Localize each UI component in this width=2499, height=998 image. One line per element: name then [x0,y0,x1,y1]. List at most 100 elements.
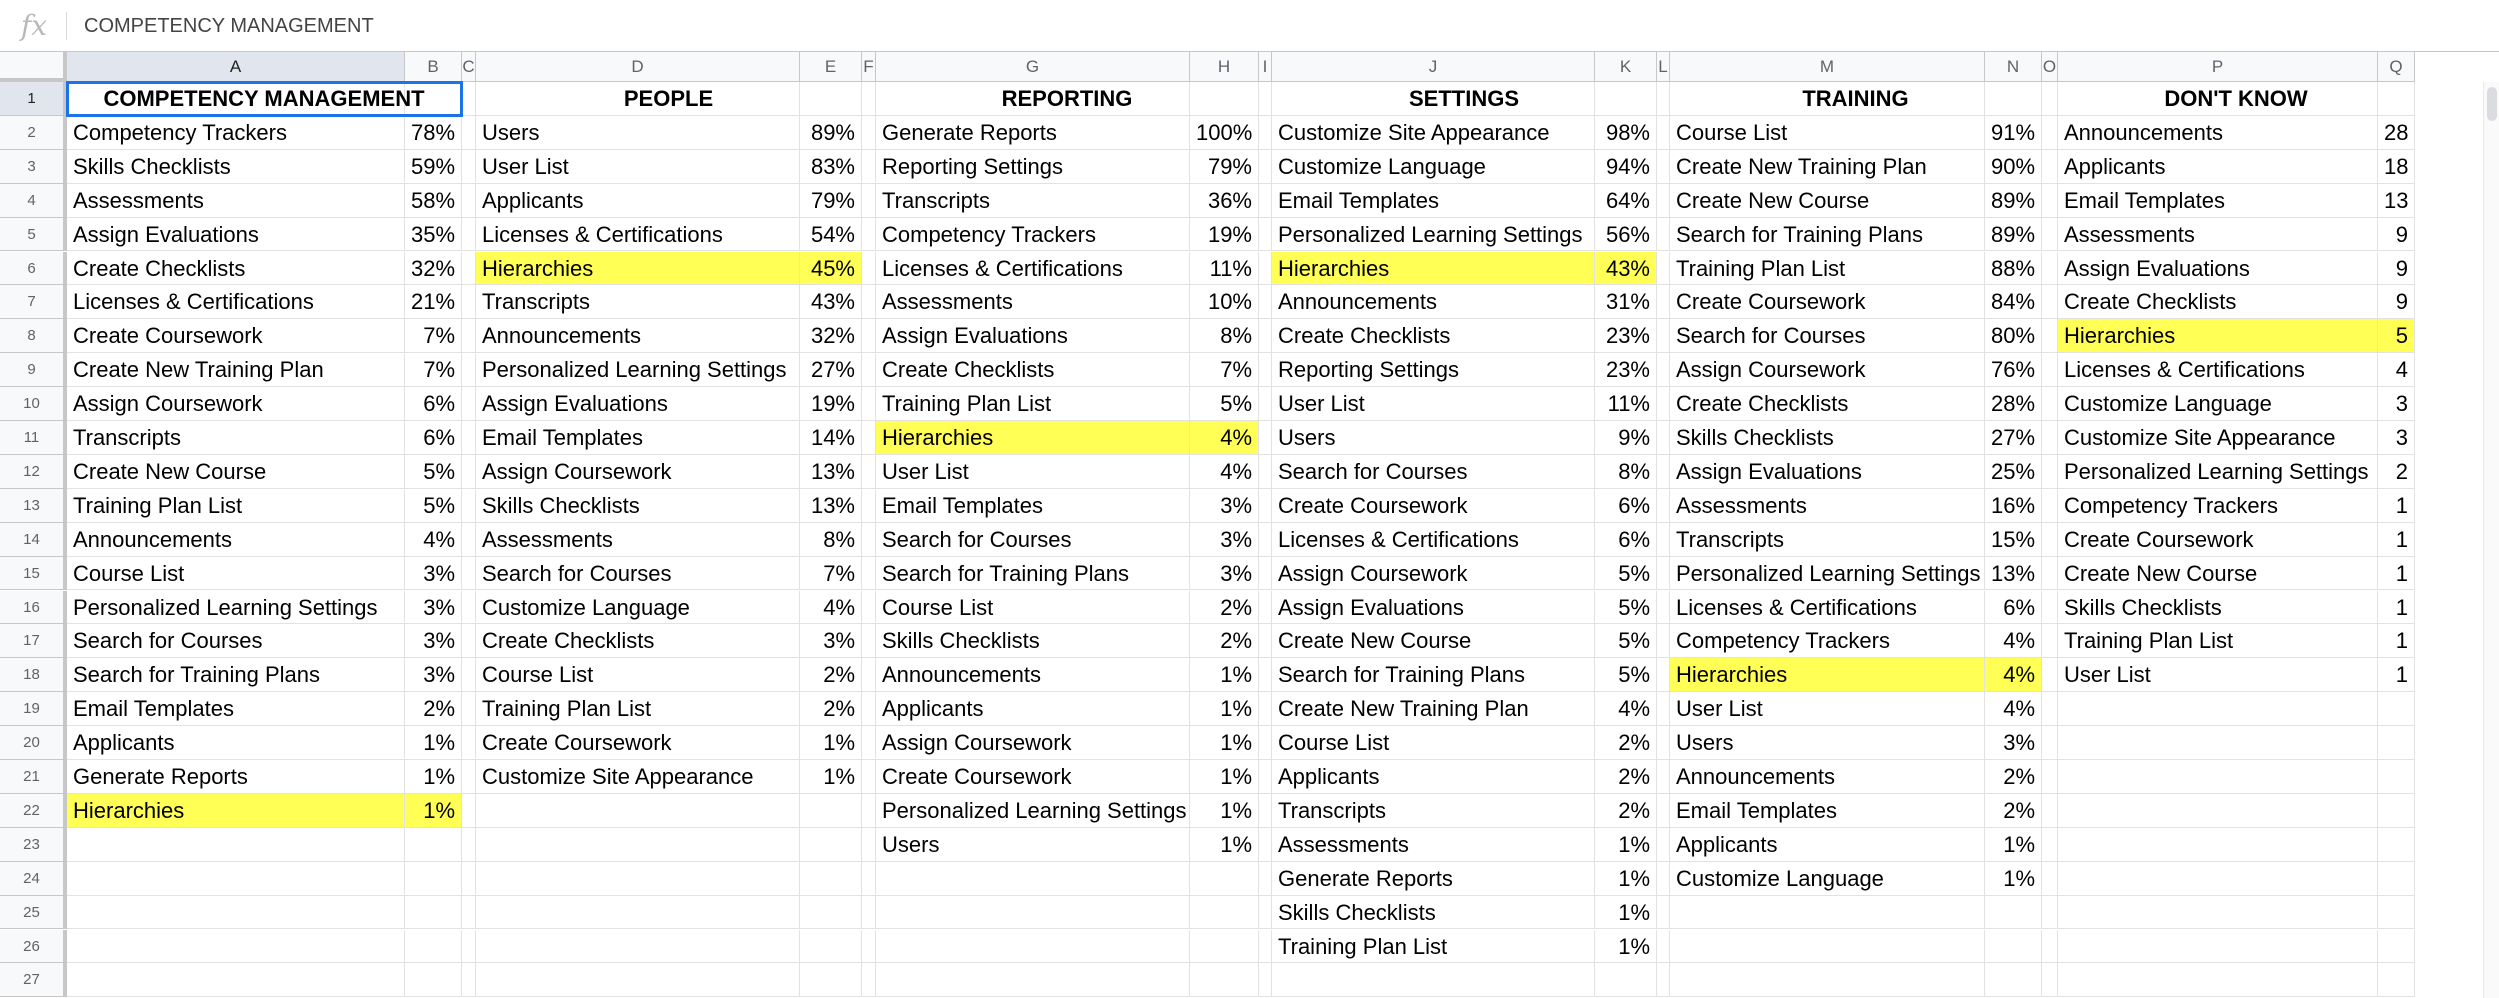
cell-p24[interactable] [2058,861,2378,896]
item-name-cell[interactable]: Hierarchies [476,251,800,286]
item-name-cell[interactable]: Competency Trackers [2058,488,2378,523]
column-header-c[interactable]: C [462,52,476,82]
cell-c22[interactable] [462,793,476,828]
column-header-h[interactable]: H [1190,52,1259,82]
cell-i24[interactable] [1259,861,1272,896]
cell-a23[interactable] [67,827,405,862]
cell-i20[interactable] [1259,726,1272,760]
item-value-cell[interactable]: 1 [2378,522,2415,557]
cell-f21[interactable] [862,760,876,794]
item-name-cell[interactable]: Assign Evaluations [476,387,800,421]
item-value-cell[interactable]: 5% [405,488,462,523]
item-value-cell[interactable]: 4 [2378,353,2415,388]
item-value-cell[interactable]: 2% [1595,760,1657,794]
item-name-cell[interactable]: Assign Coursework [67,387,405,421]
cell-d26[interactable] [476,929,800,964]
item-value-cell[interactable]: 35% [405,217,462,252]
cell-l7[interactable] [1657,285,1670,320]
item-name-cell[interactable]: Create Checklists [2058,285,2378,320]
item-value-cell[interactable]: 79% [1190,149,1259,184]
item-name-cell[interactable]: Assign Evaluations [2058,251,2378,286]
item-value-cell[interactable]: 83% [800,149,862,184]
cell-o14[interactable] [2042,522,2058,557]
item-value-cell[interactable]: 90% [1985,149,2042,184]
item-value-cell[interactable]: 7% [1190,353,1259,388]
cell-l1[interactable] [1657,82,1670,116]
cell-f26[interactable] [862,929,876,964]
cell-i19[interactable] [1259,692,1272,727]
item-value-cell[interactable]: 5% [1595,624,1657,659]
cell-q19[interactable] [2378,692,2415,727]
cell-o10[interactable] [2042,387,2058,421]
item-value-cell[interactable]: 16% [1985,488,2042,523]
cell-l13[interactable] [1657,488,1670,523]
item-name-cell[interactable]: Licenses & Certifications [67,285,405,320]
item-value-cell[interactable]: 3 [2378,387,2415,421]
cell-l27[interactable] [1657,963,1670,998]
cell-d25[interactable] [476,895,800,930]
item-name-cell[interactable]: Course List [1670,115,1985,150]
cell-l21[interactable] [1657,760,1670,794]
row-header-26[interactable]: 26 [0,929,67,964]
cell-d22[interactable] [476,793,800,828]
item-name-cell[interactable]: Skills Checklists [67,149,405,184]
cell-i15[interactable] [1259,556,1272,591]
cell-l20[interactable] [1657,726,1670,760]
cell-c9[interactable] [462,353,476,388]
cell-c5[interactable] [462,217,476,252]
cell-d24[interactable] [476,861,800,896]
item-value-cell[interactable]: 1% [1595,895,1657,930]
cell-i27[interactable] [1259,963,1272,998]
cell-c4[interactable] [462,183,476,218]
item-name-cell[interactable]: Competency Trackers [67,115,405,150]
item-value-cell[interactable]: 1 [2378,590,2415,625]
cell-e22[interactable] [800,793,862,828]
cell-n26[interactable] [1985,929,2042,964]
item-name-cell[interactable]: User List [1272,387,1595,421]
cell-o25[interactable] [2042,895,2058,930]
item-name-cell[interactable]: Create New Course [2058,556,2378,591]
item-value-cell[interactable]: 18 [2378,149,2415,184]
item-name-cell[interactable]: Transcripts [1272,793,1595,828]
cell-i10[interactable] [1259,387,1272,421]
cell-f2[interactable] [862,115,876,150]
item-name-cell[interactable]: Announcements [476,319,800,354]
cell-o15[interactable] [2042,556,2058,591]
item-value-cell[interactable]: 84% [1985,285,2042,320]
item-name-cell[interactable]: Search for Courses [1670,319,1985,354]
item-value-cell[interactable]: 78% [405,115,462,150]
cell-l17[interactable] [1657,624,1670,659]
item-name-cell[interactable]: Skills Checklists [1670,421,1985,455]
cell-g26[interactable] [876,929,1190,964]
cell-o3[interactable] [2042,149,2058,184]
item-value-cell[interactable]: 1% [405,793,462,828]
cell-d23[interactable] [476,827,800,862]
item-value-cell[interactable]: 3% [405,556,462,591]
item-value-cell[interactable]: 1% [1190,726,1259,760]
item-name-cell[interactable]: Users [1670,726,1985,760]
column-header-b[interactable]: B [405,52,462,82]
item-name-cell[interactable]: User List [476,149,800,184]
cell-i5[interactable] [1259,217,1272,252]
item-name-cell[interactable]: Applicants [1272,760,1595,794]
item-value-cell[interactable]: 27% [1985,421,2042,455]
item-value-cell[interactable]: 6% [405,421,462,455]
item-name-cell[interactable]: Applicants [476,183,800,218]
item-name-cell[interactable]: Create New Training Plan [1670,149,1985,184]
cell-q22[interactable] [2378,793,2415,828]
item-value-cell[interactable]: 5% [1595,658,1657,693]
item-name-cell[interactable]: Assessments [2058,217,2378,252]
section-title[interactable]: DON'T KNOW [2058,82,2415,116]
cell-f23[interactable] [862,827,876,862]
item-value-cell[interactable]: 28 [2378,115,2415,150]
item-name-cell[interactable]: Create Checklists [876,353,1190,388]
cell-e25[interactable] [800,895,862,930]
row-header-14[interactable]: 14 [0,522,67,557]
cell-o7[interactable] [2042,285,2058,320]
item-value-cell[interactable]: 1 [2378,624,2415,659]
item-name-cell[interactable]: Hierarchies [1272,251,1595,286]
cell-f22[interactable] [862,793,876,828]
section-title[interactable]: TRAINING [1670,82,2042,116]
item-value-cell[interactable]: 1% [1595,929,1657,964]
item-value-cell[interactable]: 7% [800,556,862,591]
